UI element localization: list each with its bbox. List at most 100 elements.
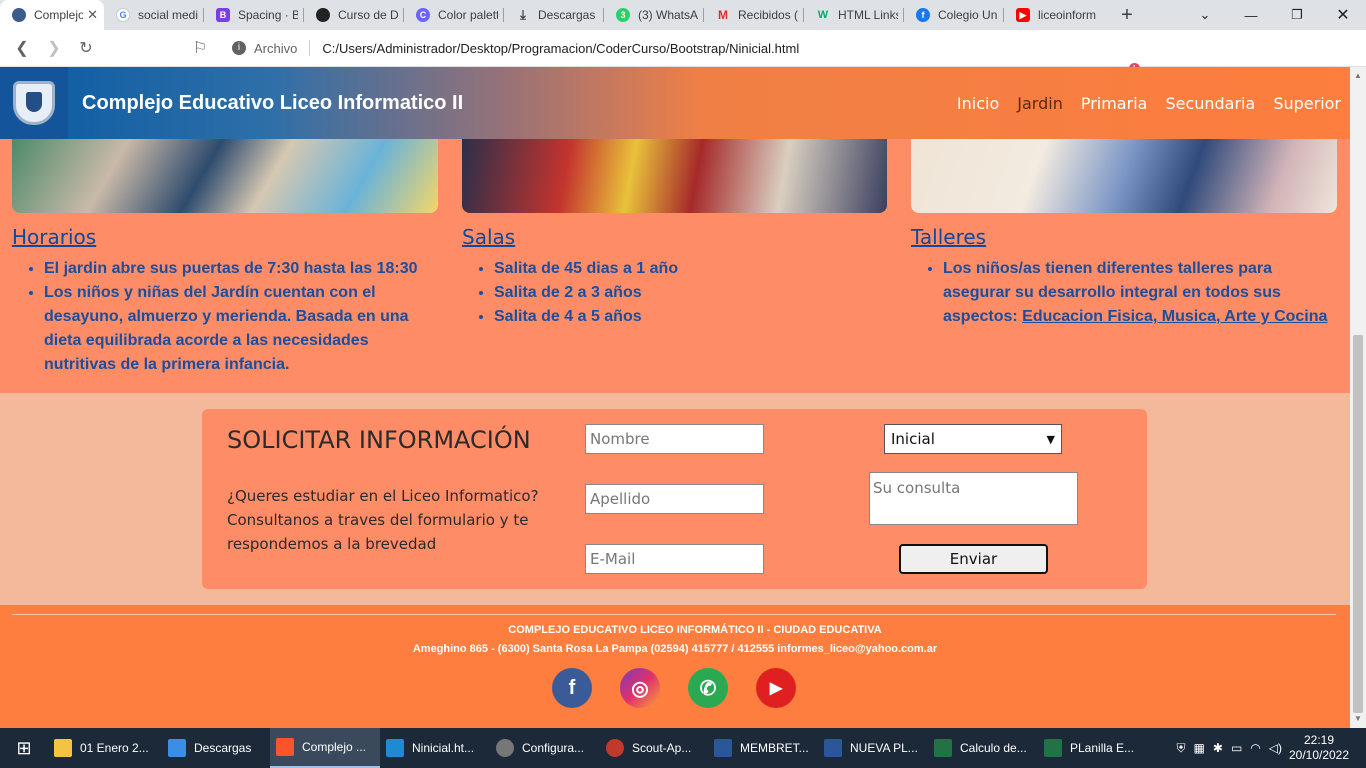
restore-button[interactable]: ❐	[1274, 0, 1320, 30]
forward-icon[interactable]: ❯	[38, 38, 70, 58]
bluetooth-icon[interactable]: ✱	[1213, 741, 1223, 755]
browser-tab[interactable]: f Colegio Uni	[904, 0, 1004, 30]
browser-tab[interactable]: ▶ liceoinform	[1004, 0, 1104, 30]
taskbar-item-active[interactable]: Complejo ...	[270, 728, 380, 768]
battery-icon[interactable]: ▭	[1231, 741, 1242, 755]
taskbar-label: 01 Enero 2...	[80, 741, 149, 755]
tab-search-icon[interactable]: ⌄	[1182, 0, 1228, 30]
minimize-button[interactable]: —	[1228, 0, 1274, 30]
taskbar-item[interactable]: NUEVA PL...	[818, 728, 928, 768]
close-window-button[interactable]: ✕	[1320, 0, 1366, 30]
taskbar-item[interactable]: Configura...	[490, 728, 600, 768]
w3-icon: W	[817, 9, 829, 21]
address-bar[interactable]: i Archivo C:/Users/Administrador/Desktop…	[222, 34, 1080, 62]
taskbar-label: PLanilla E...	[1070, 741, 1135, 755]
tab-title: (3) WhatsApp	[638, 8, 698, 22]
talleres-heading[interactable]: Talleres	[911, 225, 1341, 249]
contact-section: SOLICITAR INFORMACIÓN ¿Queres estudiar e…	[0, 393, 1350, 605]
whatsapp-icon[interactable]: ✆	[688, 668, 728, 708]
browser-tab-strip: Complejo Educativo Liceo ✕ Gsocial media…	[0, 0, 1366, 30]
coder-icon	[316, 8, 330, 22]
browser-tab[interactable]: C Color palette	[404, 0, 504, 30]
liceo-favicon-icon	[12, 8, 26, 22]
browser-tab[interactable]: M Recibidos (4	[704, 0, 804, 30]
tab-title: Spacing · Bootstrap	[238, 8, 298, 22]
browser-tab-active[interactable]: Complejo Educativo Liceo ✕	[0, 0, 104, 30]
instagram-icon[interactable]: ◎	[620, 668, 660, 708]
scroll-down-icon[interactable]: ▼	[1354, 714, 1362, 723]
horarios-heading[interactable]: Horarios	[12, 225, 438, 249]
school-logo[interactable]	[0, 67, 68, 139]
google-icon: G	[116, 8, 130, 22]
bookmark-icon[interactable]: ⚐	[184, 38, 216, 58]
taskbar-item[interactable]: Scout-Ap...	[600, 728, 708, 768]
clock-time: 22:19	[1303, 733, 1335, 747]
taskbar-item[interactable]: Descargas	[162, 728, 270, 768]
clock[interactable]: 22:19 20/10/2022	[1286, 733, 1352, 763]
horarios-column: Horarios El jardin abre sus puertas de 7…	[12, 225, 438, 377]
browser-tab[interactable]: 3 (3) WhatsApp	[604, 0, 704, 30]
salas-heading[interactable]: Salas	[462, 225, 887, 249]
taskbar-item[interactable]: MEMBRET...	[708, 728, 818, 768]
scout-icon	[606, 739, 624, 757]
volume-icon[interactable]: ◁)	[1269, 741, 1282, 755]
apellido-input[interactable]: Apellido	[585, 484, 764, 514]
browser-tab[interactable]: ⤓ Descargas	[504, 0, 604, 30]
url-text[interactable]: C:/Users/Administrador/Desktop/Programac…	[322, 41, 799, 56]
nombre-input[interactable]: Nombre	[585, 424, 764, 454]
main-nav: Inicio Jardin Primaria Secundaria Superi…	[939, 94, 1341, 113]
nav-secundaria[interactable]: Secundaria	[1165, 94, 1255, 113]
page-scrollbar[interactable]: ▲ ▼	[1350, 67, 1366, 728]
reload-icon[interactable]: ↻	[70, 38, 102, 58]
clock-date: 20/10/2022	[1288, 748, 1350, 762]
nav-jardin[interactable]: Jardin	[1017, 94, 1063, 113]
kinder-photo-2	[462, 139, 887, 213]
new-tab-button[interactable]: +	[1112, 4, 1142, 27]
browser-tab[interactable]: W HTML Links	[804, 0, 904, 30]
list-item: Salita de 2 a 3 años	[494, 281, 887, 305]
nav-inicio[interactable]: Inicio	[957, 94, 999, 113]
list-item: Los niños y niñas del Jardín cuentan con…	[44, 281, 438, 377]
enviar-button[interactable]: Enviar	[899, 544, 1048, 574]
taskbar-label: Descargas	[194, 741, 252, 755]
browser-toolbar: ❮ ❯ ↻ ⚐ i Archivo C:/Users/Administrador…	[0, 30, 1366, 84]
taskbar-item[interactable]: PLanilla E...	[1038, 728, 1146, 768]
info-icon[interactable]: i	[232, 41, 246, 55]
divider	[309, 40, 311, 56]
email-input[interactable]: E-Mail	[585, 544, 764, 574]
youtube-icon[interactable]: ▶	[756, 668, 796, 708]
browser-tab[interactable]: Curso de Desarrollo	[304, 0, 404, 30]
taskbar-item[interactable]: Calculo de...	[928, 728, 1038, 768]
windows-start-icon[interactable]: ⊞	[0, 728, 48, 768]
nav-primaria[interactable]: Primaria	[1081, 94, 1148, 113]
consulta-textarea[interactable]: Su consulta	[869, 472, 1078, 525]
facebook-icon[interactable]: f	[552, 668, 592, 708]
network-icon[interactable]: ▦	[1194, 741, 1205, 755]
kinder-photo-1	[12, 139, 438, 213]
wifi-icon[interactable]: ◠	[1250, 741, 1260, 755]
back-icon[interactable]: ❮	[6, 38, 38, 58]
salas-list: Salita de 45 dias a 1 año Salita de 2 a …	[462, 257, 887, 329]
shield-icon	[13, 81, 55, 125]
horarios-list: El jardin abre sus puertas de 7:30 hasta…	[12, 257, 438, 377]
scroll-up-icon[interactable]: ▲	[1354, 71, 1362, 80]
chevron-down-icon: ▼	[1046, 432, 1055, 446]
talleres-link[interactable]: Educacion Fisica, Musica, Arte y Cocina	[1022, 308, 1327, 325]
vscode-icon	[386, 739, 404, 757]
close-tab-icon[interactable]: ✕	[87, 7, 98, 23]
contact-form: SOLICITAR INFORMACIÓN ¿Queres estudiar e…	[202, 409, 1147, 589]
taskbar-label: NUEVA PL...	[850, 741, 918, 755]
taskbar-item[interactable]: 01 Enero 2...	[48, 728, 162, 768]
security-icon[interactable]: ⛨	[1177, 741, 1186, 756]
talleres-column: Talleres Los niños/as tienen diferentes …	[911, 225, 1341, 329]
nav-superior[interactable]: Superior	[1273, 94, 1341, 113]
browser-tab[interactable]: Gsocial media	[104, 0, 204, 30]
taskbar-item[interactable]: Ninicial.ht...	[380, 728, 490, 768]
excel-icon	[1044, 739, 1062, 757]
site-brand[interactable]: Complejo Educativo Liceo Informatico II	[82, 92, 463, 115]
word-icon	[714, 739, 732, 757]
browser-tab[interactable]: B Spacing · Bootstrap	[204, 0, 304, 30]
level-select[interactable]: Inicial ▼	[884, 424, 1062, 454]
taskbar-label: Scout-Ap...	[632, 741, 692, 755]
scrollbar-thumb[interactable]	[1353, 335, 1363, 713]
